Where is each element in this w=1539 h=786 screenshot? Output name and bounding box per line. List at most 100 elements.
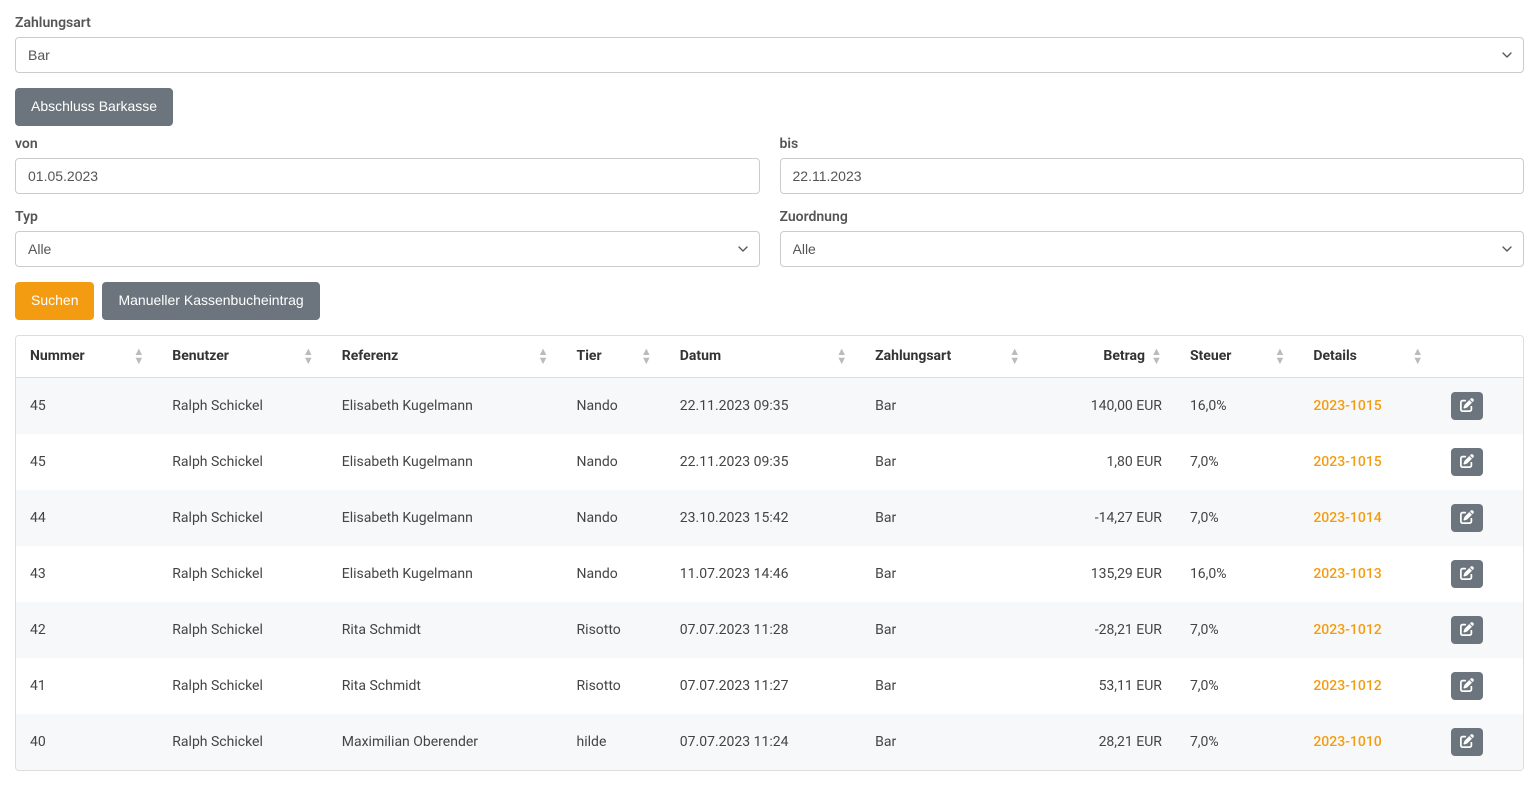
cell-benutzer: Ralph Schickel [158, 546, 327, 602]
cell-zahlungsart: Bar [861, 490, 1034, 546]
cell-nummer: 45 [16, 434, 158, 490]
col-benutzer[interactable]: Benutzer▲▼ [158, 336, 327, 378]
details-link[interactable]: 2023-1010 [1313, 734, 1381, 750]
table-row: 45Ralph SchickelElisabeth KugelmannNando… [16, 378, 1523, 435]
details-link[interactable]: 2023-1015 [1313, 454, 1381, 470]
edit-button[interactable] [1451, 616, 1483, 644]
details-link[interactable]: 2023-1015 [1313, 398, 1381, 414]
cell-benutzer: Ralph Schickel [158, 490, 327, 546]
cell-betrag: -28,21 EUR [1034, 602, 1176, 658]
edit-button[interactable] [1451, 728, 1483, 756]
cell-datum: 22.11.2023 09:35 [666, 434, 861, 490]
col-steuer[interactable]: Steuer▲▼ [1176, 336, 1299, 378]
sort-icon: ▲▼ [1151, 348, 1162, 366]
details-link[interactable]: 2023-1014 [1313, 510, 1381, 526]
cell-tier: Nando [563, 490, 666, 546]
cell-referenz: Elisabeth Kugelmann [328, 434, 563, 490]
col-actions [1437, 336, 1523, 378]
cell-datum: 07.07.2023 11:24 [666, 714, 861, 770]
zuordnung-label: Zuordnung [780, 209, 1525, 225]
cell-tier: Nando [563, 378, 666, 435]
cell-details: 2023-1013 [1299, 546, 1437, 602]
cell-actions [1437, 490, 1523, 546]
edit-button[interactable] [1451, 504, 1483, 532]
edit-button[interactable] [1451, 560, 1483, 588]
details-link[interactable]: 2023-1013 [1313, 566, 1381, 582]
sort-icon: ▲▼ [1412, 348, 1423, 366]
results-table-container: Nummer▲▼ Benutzer▲▼ Referenz▲▼ Tier▲▼ Da… [15, 335, 1524, 772]
details-link[interactable]: 2023-1012 [1313, 622, 1381, 638]
abschluss-barkasse-button[interactable]: Abschluss Barkasse [15, 88, 173, 126]
col-datum[interactable]: Datum▲▼ [666, 336, 861, 378]
cell-details: 2023-1012 [1299, 602, 1437, 658]
table-row: 45Ralph SchickelElisabeth KugelmannNando… [16, 434, 1523, 490]
cell-benutzer: Ralph Schickel [158, 658, 327, 714]
cell-nummer: 44 [16, 490, 158, 546]
cell-steuer: 16,0% [1176, 546, 1299, 602]
cell-zahlungsart: Bar [861, 658, 1034, 714]
table-row: 41Ralph SchickelRita SchmidtRisotto07.07… [16, 658, 1523, 714]
edit-button[interactable] [1451, 392, 1483, 420]
typ-select[interactable]: Alle [15, 231, 760, 267]
cell-tier: hilde [563, 714, 666, 770]
cell-steuer: 7,0% [1176, 490, 1299, 546]
col-referenz[interactable]: Referenz▲▼ [328, 336, 563, 378]
cell-tier: Risotto [563, 658, 666, 714]
edit-button[interactable] [1451, 672, 1483, 700]
cell-nummer: 42 [16, 602, 158, 658]
cell-zahlungsart: Bar [861, 602, 1034, 658]
col-nummer[interactable]: Nummer▲▼ [16, 336, 158, 378]
cell-referenz: Maximilian Oberender [328, 714, 563, 770]
cell-steuer: 7,0% [1176, 434, 1299, 490]
cell-referenz: Rita Schmidt [328, 658, 563, 714]
cell-betrag: 140,00 EUR [1034, 378, 1176, 435]
table-row: 42Ralph SchickelRita SchmidtRisotto07.07… [16, 602, 1523, 658]
edit-icon [1460, 398, 1474, 415]
zuordnung-select[interactable]: Alle [780, 231, 1525, 267]
cell-details: 2023-1014 [1299, 490, 1437, 546]
edit-icon [1460, 454, 1474, 471]
cell-zahlungsart: Bar [861, 378, 1034, 435]
zahlungsart-select[interactable]: Bar [15, 37, 1524, 73]
cell-details: 2023-1015 [1299, 434, 1437, 490]
cell-zahlungsart: Bar [861, 546, 1034, 602]
cell-benutzer: Ralph Schickel [158, 602, 327, 658]
manueller-eintrag-button[interactable]: Manueller Kassenbucheintrag [102, 282, 319, 320]
cell-zahlungsart: Bar [861, 434, 1034, 490]
cell-details: 2023-1015 [1299, 378, 1437, 435]
col-zahlungsart[interactable]: Zahlungsart▲▼ [861, 336, 1034, 378]
edit-icon [1460, 566, 1474, 583]
cell-steuer: 7,0% [1176, 714, 1299, 770]
cell-nummer: 41 [16, 658, 158, 714]
bis-input[interactable] [780, 158, 1525, 194]
sort-icon: ▲▼ [1009, 348, 1020, 366]
edit-icon [1460, 622, 1474, 639]
cell-datum: 22.11.2023 09:35 [666, 378, 861, 435]
details-link[interactable]: 2023-1012 [1313, 678, 1381, 694]
col-tier[interactable]: Tier▲▼ [563, 336, 666, 378]
von-label: von [15, 136, 760, 152]
cell-datum: 07.07.2023 11:27 [666, 658, 861, 714]
col-betrag[interactable]: Betrag▲▼ [1034, 336, 1176, 378]
suchen-button[interactable]: Suchen [15, 282, 94, 320]
col-details[interactable]: Details▲▼ [1299, 336, 1437, 378]
von-input[interactable] [15, 158, 760, 194]
cell-tier: Risotto [563, 602, 666, 658]
cell-actions [1437, 546, 1523, 602]
cell-tier: Nando [563, 546, 666, 602]
cell-nummer: 45 [16, 378, 158, 435]
table-row: 43Ralph SchickelElisabeth KugelmannNando… [16, 546, 1523, 602]
cell-betrag: -14,27 EUR [1034, 490, 1176, 546]
edit-icon [1460, 734, 1474, 751]
cell-benutzer: Ralph Schickel [158, 378, 327, 435]
cell-details: 2023-1012 [1299, 658, 1437, 714]
zahlungsart-label: Zahlungsart [15, 15, 1524, 31]
edit-button[interactable] [1451, 448, 1483, 476]
results-table: Nummer▲▼ Benutzer▲▼ Referenz▲▼ Tier▲▼ Da… [16, 336, 1523, 771]
cell-referenz: Elisabeth Kugelmann [328, 378, 563, 435]
cell-actions [1437, 434, 1523, 490]
cell-actions [1437, 602, 1523, 658]
table-row: 40Ralph SchickelMaximilian Oberenderhild… [16, 714, 1523, 770]
sort-icon: ▲▼ [133, 348, 144, 366]
sort-icon: ▲▼ [836, 348, 847, 366]
